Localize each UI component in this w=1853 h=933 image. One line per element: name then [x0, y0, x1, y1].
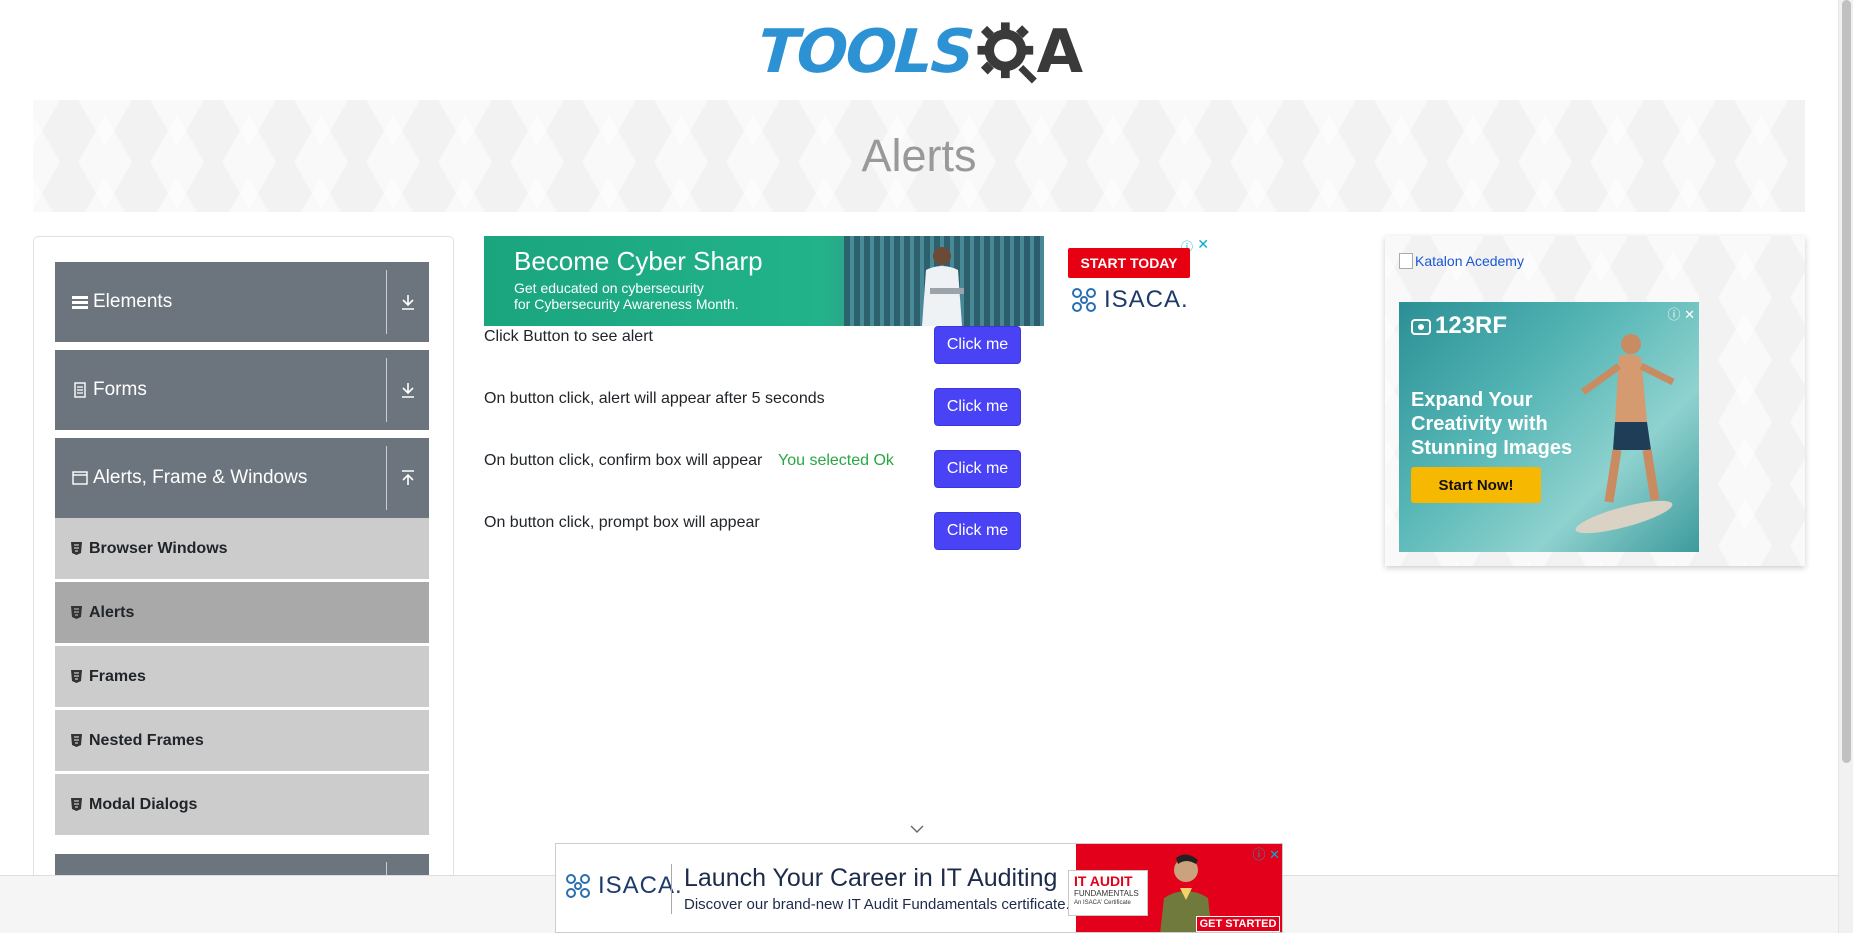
page-banner: Alerts: [33, 100, 1805, 212]
bottom-ad-subtext: Discover our brand-new IT Audit Fundamen…: [684, 896, 1070, 913]
123rf-logo-text: 123RF: [1435, 312, 1508, 339]
right-ad-panel: Katalon Acedemy 123RF Expand Your Creati…: [1385, 236, 1805, 566]
ad-close-icon[interactable]: ⓘ ✕: [1252, 844, 1280, 863]
collapse-arrow-icon[interactable]: [397, 438, 419, 518]
bottom-ad-headline: Launch Your Career in IT Auditing: [684, 864, 1058, 892]
sidebar-item-modal-dialogs[interactable]: Modal Dialogs: [55, 774, 429, 836]
sidebar-item-label: Modal Dialogs: [89, 795, 198, 813]
card-note: An ISACA' Certificate: [1074, 900, 1131, 906]
camera-icon: [1411, 319, 1431, 335]
scrollbar-thumb[interactable]: [1842, 0, 1851, 763]
sidebar-group-label: Alerts, Frame & Windows: [93, 467, 308, 488]
sidebar-group-alerts-frame-windows[interactable]: Alerts, Frame & Windows: [55, 438, 429, 518]
isaca-logo-text: ISACA.: [598, 872, 683, 899]
start-today-button[interactable]: START TODAY: [1068, 248, 1190, 278]
123rf-ad-text: Expand Your Creativity with Stunning Ima…: [1411, 389, 1573, 459]
divider: [386, 270, 387, 334]
katalon-image-alt: Katalon Acedemy: [1415, 253, 1524, 269]
ad-subtext-line-1: Get educated on cybersecurity: [514, 280, 704, 296]
card-title: IT AUDIT: [1074, 873, 1133, 889]
sidebar-item-label: Frames: [89, 667, 146, 685]
sidebar-group-forms[interactable]: Forms: [55, 350, 429, 430]
logo-suffix: A: [1036, 17, 1083, 87]
window-icon: [71, 471, 89, 485]
isaca-mark-icon: [1072, 288, 1096, 312]
sidebar-item-alerts[interactable]: Alerts: [55, 582, 429, 644]
ad-subtext-line-2: for Cybersecurity Awareness Month.: [514, 296, 739, 312]
ad-subtext: Get educated on cybersecurity for Cybers…: [514, 280, 739, 312]
confirm-button[interactable]: Click me: [934, 450, 1021, 488]
expand-arrow-icon[interactable]: [397, 262, 419, 342]
cyber-ad-banner[interactable]: Become Cyber Sharp Get educated on cyber…: [484, 236, 1044, 326]
ad-headline: Become Cyber Sharp: [514, 246, 763, 276]
html5-icon: [71, 798, 83, 811]
logo-text: TOOLS: [755, 17, 975, 87]
broken-image-icon: [1399, 253, 1413, 269]
html5-icon: [71, 606, 83, 619]
gear-magnifier-icon: [977, 22, 1038, 84]
isaca-logo: ISACA.: [1070, 286, 1189, 314]
get-started-button[interactable]: GET STARTED: [1196, 916, 1280, 932]
timer-alert-row-label: On button click, alert will appear after…: [484, 390, 825, 407]
divider: [386, 358, 387, 422]
timer-alert-button[interactable]: Click me: [934, 388, 1021, 426]
isaca-mark-icon: [566, 874, 590, 898]
page: TOOLS A Alerts Elements Forms Alerts, Fr…: [0, 0, 1853, 933]
isaca-logo: ISACA.: [564, 872, 683, 900]
sidebar: Elements Forms Alerts, Frame & Windows B…: [33, 236, 454, 933]
it-audit-card: IT AUDIT FUNDAMENTALS An ISACA' Certific…: [1068, 870, 1148, 916]
ad-close-icon[interactable]: ✕: [1197, 236, 1209, 253]
divider: [671, 864, 672, 914]
vertical-scrollbar[interactable]: [1838, 0, 1853, 933]
confirm-row-label: On button click, confirm box will appear: [484, 452, 763, 469]
confirm-result-text: You selected Ok: [778, 452, 894, 469]
person-laptop-image: [922, 247, 964, 326]
toolsqa-logo[interactable]: TOOLS A: [755, 14, 1083, 90]
expand-arrow-icon[interactable]: [397, 350, 419, 430]
chevron-down-icon[interactable]: [910, 824, 924, 834]
123rf-ad[interactable]: 123RF Expand Your Creativity with Stunni…: [1399, 302, 1699, 552]
html5-icon: [71, 542, 83, 555]
page-title: Alerts: [861, 130, 977, 181]
prompt-row-label: On button click, prompt box will appear: [484, 514, 760, 531]
isaca-ad-side[interactable]: ⓘ ✕ START TODAY ISACA.: [1058, 236, 1213, 326]
katalon-broken-image[interactable]: Katalon Acedemy: [1399, 253, 1524, 269]
sidebar-item-frames[interactable]: Frames: [55, 646, 429, 708]
html5-icon: [71, 670, 83, 683]
sidebar-item-nested-frames[interactable]: Nested Frames: [55, 710, 429, 772]
sidebar-item-label: Nested Frames: [89, 731, 204, 749]
123rf-logo: 123RF: [1411, 312, 1507, 340]
sidebar-item-label: Alerts: [89, 603, 135, 621]
html5-icon: [71, 734, 83, 747]
sidebar-group-label: Elements: [93, 291, 173, 312]
ad-close-icon[interactable]: ⓘ ✕: [1667, 304, 1695, 323]
start-now-button[interactable]: Start Now!: [1411, 467, 1541, 503]
sidebar-group-label: Forms: [93, 379, 147, 400]
divider: [386, 446, 387, 510]
card-subtitle: FUNDAMENTALS: [1074, 889, 1139, 898]
sidebar-group-elements[interactable]: Elements: [55, 262, 429, 342]
alert-row-label: Click Button to see alert: [484, 328, 653, 345]
alert-button[interactable]: Click me: [934, 326, 1021, 364]
sidebar-item-browser-windows[interactable]: Browser Windows: [55, 518, 429, 580]
sidebar-item-label: Browser Windows: [89, 539, 228, 557]
document-icon: [71, 382, 89, 398]
list-icon: [71, 294, 89, 310]
isaca-logo-text: ISACA.: [1104, 286, 1189, 313]
bottom-ad-banner[interactable]: ISACA. Launch Your Career in IT Auditing…: [555, 843, 1283, 933]
prompt-button[interactable]: Click me: [934, 512, 1021, 550]
